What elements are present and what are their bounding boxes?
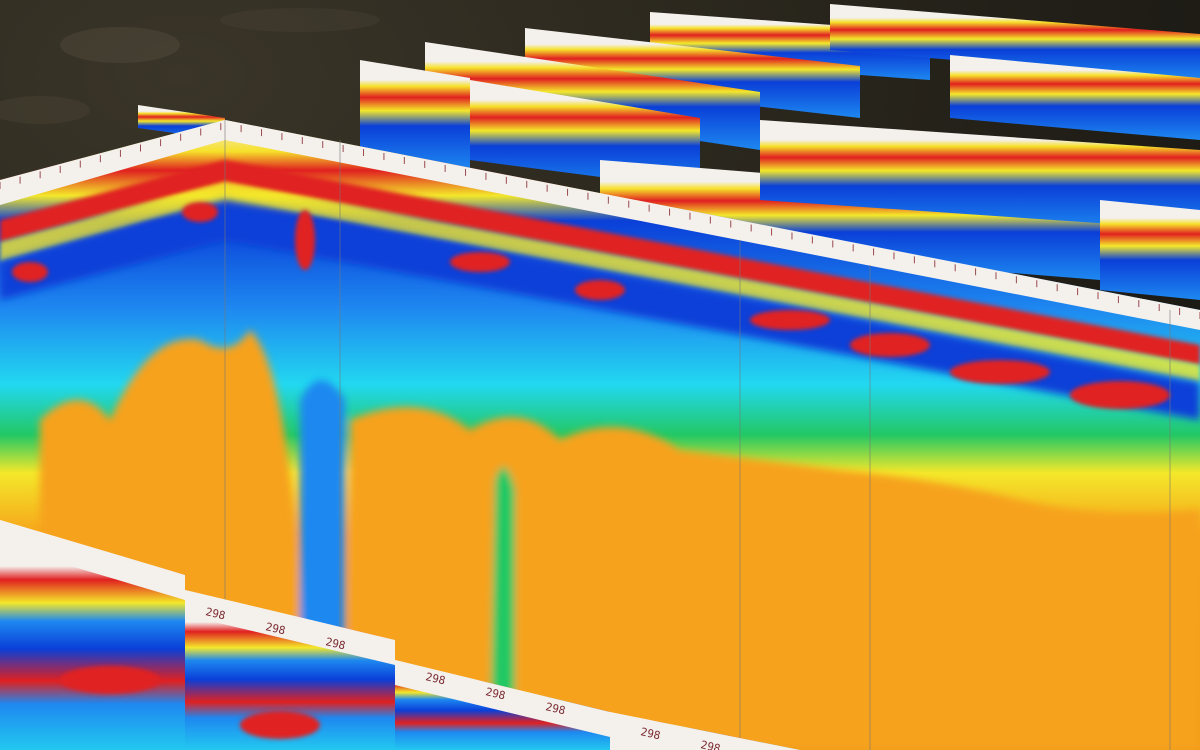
radar-fence-diagram: 298 298 298 298 298 298 298 298 <box>0 0 1200 750</box>
gpr-3d-scene: 298 298 298 298 298 298 298 298 <box>0 0 1200 750</box>
